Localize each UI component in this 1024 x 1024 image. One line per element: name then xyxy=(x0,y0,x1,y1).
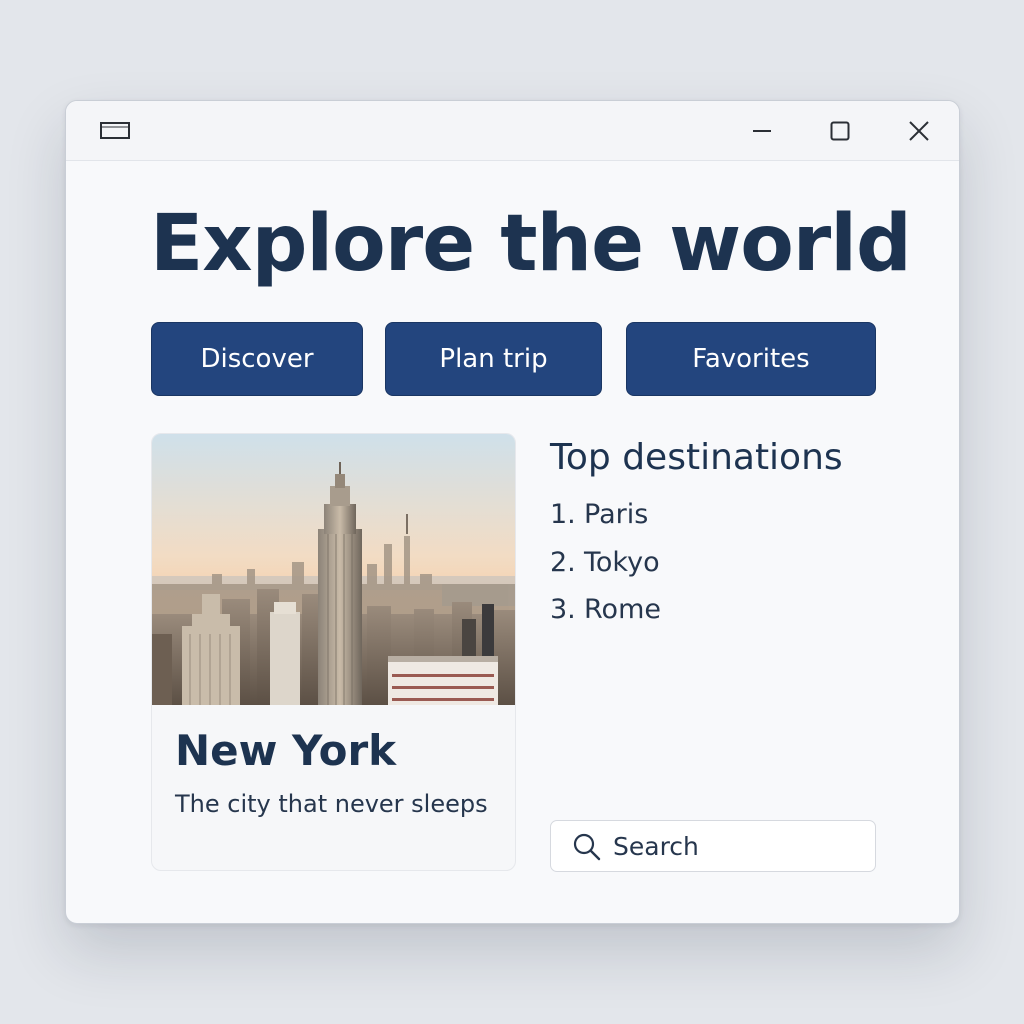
top-destinations-heading: Top destinations xyxy=(550,437,843,478)
destination-item-paris[interactable]: 1. Paris xyxy=(550,499,648,530)
search-input[interactable]: Search xyxy=(550,820,876,872)
destination-name: Rome xyxy=(584,594,661,625)
minimize-icon[interactable] xyxy=(744,115,780,147)
page-title: Explore the world xyxy=(150,199,912,289)
search-icon xyxy=(572,832,602,862)
destination-name: Paris xyxy=(584,499,649,530)
app-window: Explore the world Discover Plan trip Fav… xyxy=(65,100,960,924)
featured-destination-card[interactable]: New York The city that never sleeps xyxy=(151,433,516,871)
plan-trip-button[interactable]: Plan trip xyxy=(385,322,602,396)
maximize-icon[interactable] xyxy=(822,115,858,147)
discover-button[interactable]: Discover xyxy=(151,322,363,396)
list-number: 1. xyxy=(550,499,576,530)
list-number: 3. xyxy=(550,594,576,625)
list-number: 2. xyxy=(550,547,576,578)
destination-name: Tokyo xyxy=(584,547,660,578)
city-skyline-photo xyxy=(152,434,515,705)
close-icon[interactable] xyxy=(901,115,937,147)
window-icon xyxy=(100,121,132,141)
search-placeholder: Search xyxy=(613,832,699,861)
favorites-button[interactable]: Favorites xyxy=(626,322,876,396)
featured-city-title: New York xyxy=(175,726,397,775)
title-bar xyxy=(66,101,959,161)
featured-city-subtitle: The city that never sleeps xyxy=(175,790,488,818)
destination-item-tokyo[interactable]: 2. Tokyo xyxy=(550,547,660,578)
destination-item-rome[interactable]: 3. Rome xyxy=(550,594,661,625)
